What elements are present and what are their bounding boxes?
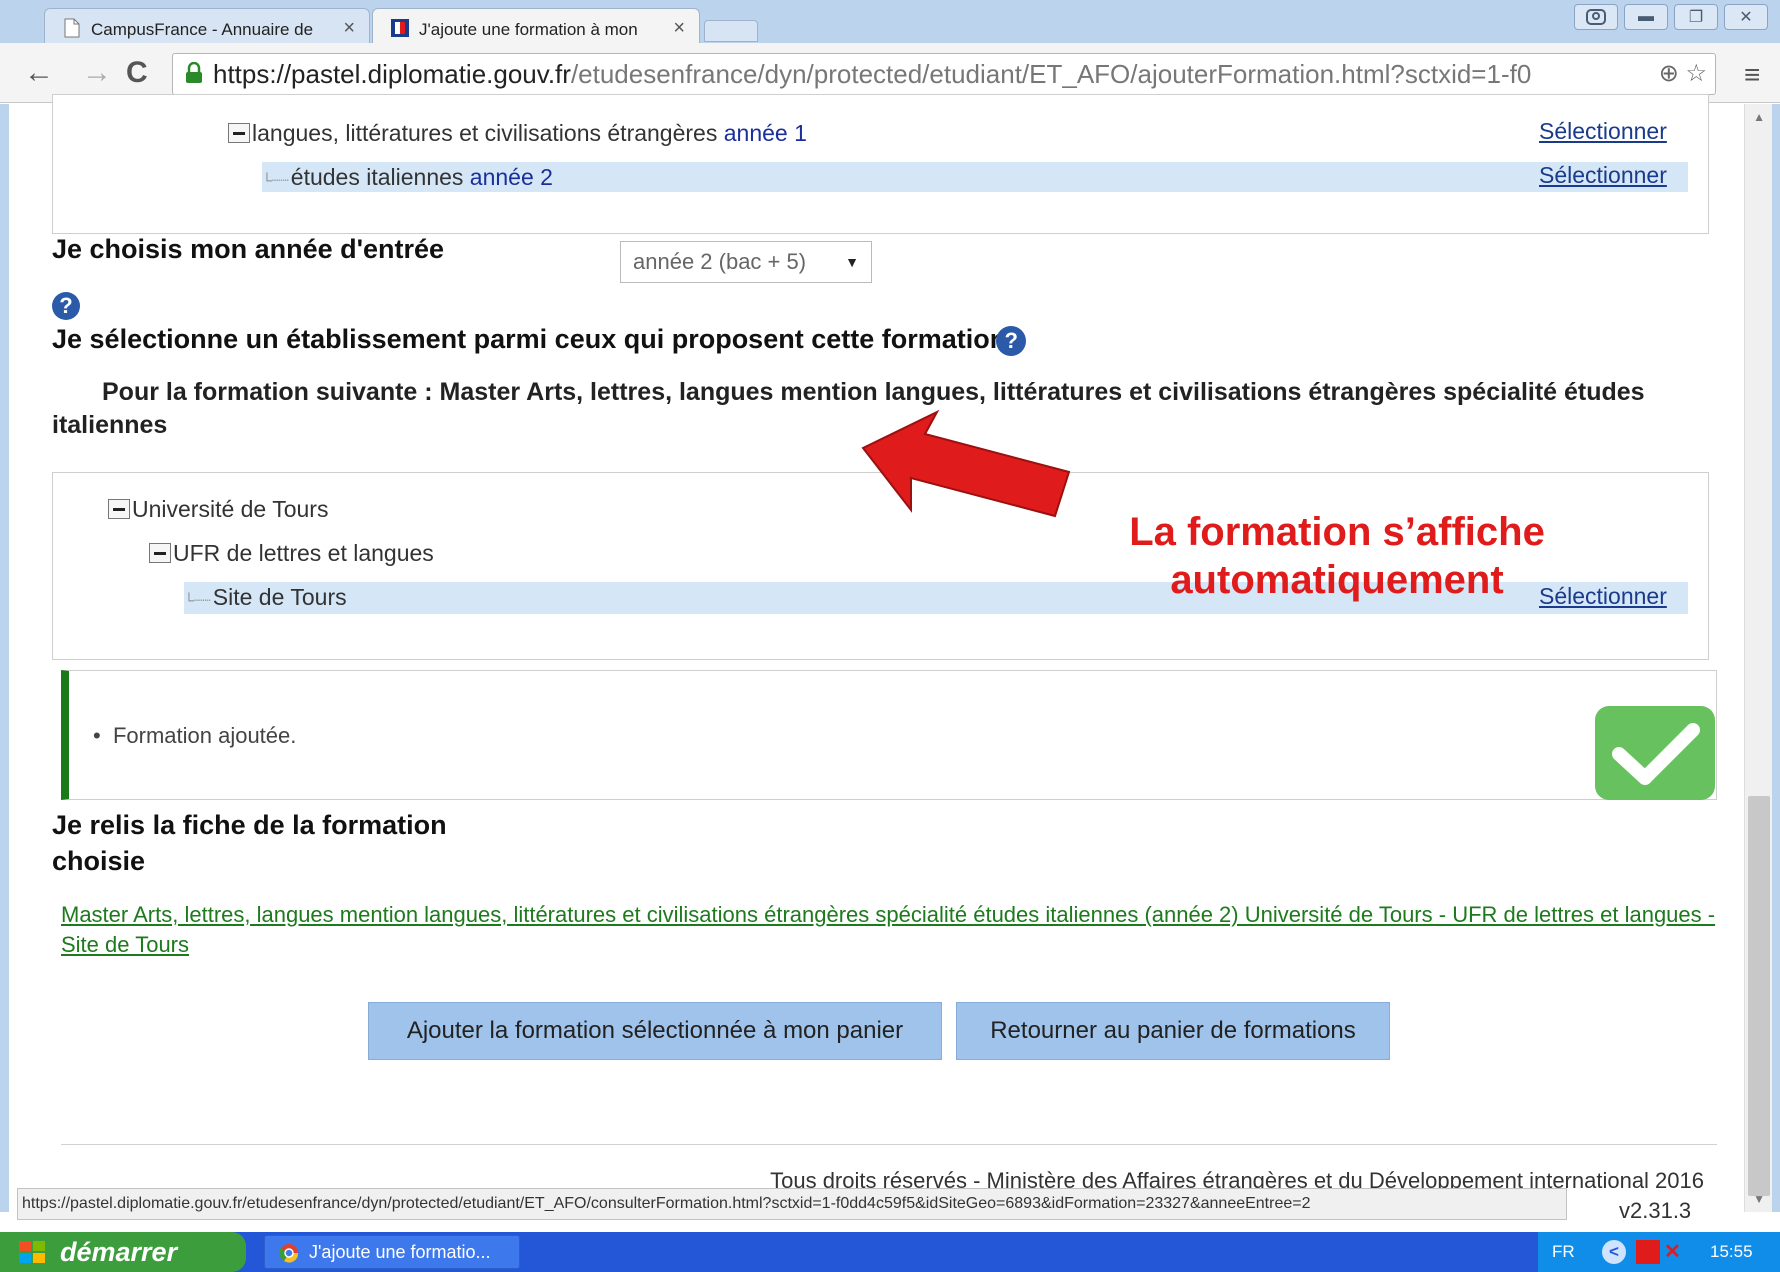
entry-year-heading: Je choisis mon année d'entrée xyxy=(52,234,445,264)
annotation-text: La formation s’affiche automatiquement xyxy=(1129,510,1545,602)
tree-label: langues, littératures et civilisations é… xyxy=(252,120,718,146)
page-scrollbar[interactable]: ▲ ▼ xyxy=(1744,104,1772,1212)
minimize-icon[interactable]: ▬ xyxy=(1624,4,1668,30)
document-icon xyxy=(64,18,80,38)
windows-taskbar: démarrer J'ajoute une formatio... FR < ✕… xyxy=(0,1232,1780,1272)
window-close-icon[interactable]: ✕ xyxy=(1724,4,1768,30)
browser-tab-strip: CampusFrance - Annuaire de × J'ajoute un… xyxy=(0,0,1780,44)
review-heading-line1: Je relis la fiche de la formation xyxy=(52,810,447,840)
footer-version: v2.31.3 xyxy=(1619,1198,1692,1223)
start-button[interactable]: démarrer xyxy=(0,1232,246,1272)
url-path: /etudesenfrance/dyn/protected/etudiant/E… xyxy=(570,59,1532,89)
zoom-icon[interactable]: ⊕ xyxy=(1659,60,1679,87)
tree-leaf-connector-icon: └┈┈ xyxy=(184,592,211,608)
forward-arrow-icon[interactable]: → xyxy=(82,53,112,93)
tree-label: Université de Tours xyxy=(132,496,329,522)
omnibox-actions: ⊕ ☆ xyxy=(1659,54,1707,94)
security-alert-icon[interactable]: ✕ xyxy=(1664,1240,1688,1264)
start-label: démarrer xyxy=(60,1237,178,1267)
window-controls: ▬ ❐ ✕ xyxy=(1574,4,1768,30)
checkmark-icon xyxy=(1595,706,1715,800)
tree-label: Site de Tours xyxy=(212,584,347,610)
tree-row-ufr: UFR de lettres et langues xyxy=(149,538,434,568)
new-tab-button[interactable] xyxy=(704,20,758,42)
scroll-down-icon[interactable]: ▼ xyxy=(1753,1192,1765,1206)
entry-year-select[interactable]: année 2 (bac + 5) ▼ xyxy=(620,241,872,283)
collapse-icon[interactable] xyxy=(228,122,250,143)
tree-leaf-connector-icon: └┈┈ xyxy=(262,172,289,188)
success-message-text: Formation ajoutée. xyxy=(112,723,297,748)
tree-year: année 2 xyxy=(469,164,553,190)
tree-label: études italiennes xyxy=(290,164,464,190)
lock-icon xyxy=(186,62,202,83)
establishment-heading-text: Je sélectionne un établissement parmi ce… xyxy=(52,324,1007,354)
reload-icon[interactable]: C xyxy=(126,53,148,93)
tab-ajoute-formation[interactable]: J'ajoute une formation à mon × xyxy=(372,8,700,44)
success-message-box: • Formation ajoutée. xyxy=(61,670,1717,800)
screen: CampusFrance - Annuaire de × J'ajoute un… xyxy=(0,0,1780,1272)
page-viewport: langues, littératures et civilisations é… xyxy=(0,94,1780,1223)
scrollbar-thumb[interactable] xyxy=(1748,796,1770,1196)
tree-label: UFR de lettres et langues xyxy=(173,540,434,566)
chrome-icon xyxy=(279,1244,299,1263)
network-warning-icon[interactable] xyxy=(1636,1240,1660,1264)
footer-divider xyxy=(61,1144,1717,1145)
tray-expand-icon[interactable]: < xyxy=(1602,1240,1626,1264)
collapse-icon[interactable] xyxy=(149,542,171,563)
tab-campusfrance[interactable]: CampusFrance - Annuaire de × xyxy=(44,8,370,44)
tree-row-universite: Université de Tours xyxy=(108,494,328,524)
close-icon[interactable]: × xyxy=(673,17,685,40)
establishment-heading: Je sélectionne un établissement parmi ce… xyxy=(52,324,1027,356)
windows-logo-icon xyxy=(19,1241,45,1263)
tab-title: J'ajoute une formation à mon xyxy=(419,20,638,39)
user-icon[interactable] xyxy=(1574,4,1618,30)
select-link-italiennes[interactable]: Sélectionner xyxy=(1539,162,1667,189)
select-link-langues[interactable]: Sélectionner xyxy=(1539,118,1667,145)
help-icon[interactable]: ? xyxy=(52,292,80,320)
annotation-arrow-icon xyxy=(861,409,1071,518)
clock: 15:55 xyxy=(1710,1242,1753,1261)
tree-year: année 1 xyxy=(723,120,807,146)
marianne-favicon-icon xyxy=(391,19,409,37)
tab-title: CampusFrance - Annuaire de xyxy=(91,20,314,39)
taskbar-chrome-window[interactable]: J'ajoute une formatio... xyxy=(264,1235,520,1269)
close-icon[interactable]: × xyxy=(343,17,355,40)
back-arrow-icon[interactable]: ← xyxy=(24,53,54,93)
status-bar: https://pastel.diplomatie.gouv.fr/etudes… xyxy=(17,1188,1567,1220)
scroll-up-icon[interactable]: ▲ xyxy=(1753,110,1765,124)
success-message: • Formation ajoutée. xyxy=(93,723,297,748)
review-heading-line2: choisie xyxy=(52,846,146,876)
taskbar-window-title: J'ajoute une formatio... xyxy=(309,1242,491,1262)
system-tray: FR < ✕ 15:55 xyxy=(1538,1232,1780,1272)
tree-row-italiennes: └┈┈études italiennes année 2 xyxy=(262,162,1688,192)
formation-detail-link[interactable]: Master Arts, lettres, langues mention la… xyxy=(61,900,1717,960)
maximize-icon[interactable]: ❐ xyxy=(1674,4,1718,30)
chrome-menu-icon[interactable]: ≡ xyxy=(1744,61,1760,89)
language-indicator[interactable]: FR xyxy=(1552,1232,1575,1272)
bookmark-star-icon[interactable]: ☆ xyxy=(1685,60,1707,87)
help-icon[interactable]: ? xyxy=(996,325,1027,356)
address-bar[interactable]: https://pastel.diplomatie.gouv.fr/etudes… xyxy=(172,53,1716,95)
select-link-site[interactable]: Sélectionner xyxy=(1539,583,1667,610)
collapse-icon[interactable] xyxy=(108,498,130,519)
tree-row-langues: langues, littératures et civilisations é… xyxy=(228,118,1688,148)
back-to-cart-button[interactable]: Retourner au panier de formations xyxy=(956,1002,1390,1060)
entry-year-value: année 2 (bac + 5) xyxy=(633,249,807,274)
chevron-down-icon: ▼ xyxy=(845,254,859,270)
url-host: https://pastel.diplomatie.gouv.fr xyxy=(213,59,571,89)
add-to-cart-button[interactable]: Ajouter la formation sélectionnée à mon … xyxy=(368,1002,942,1060)
